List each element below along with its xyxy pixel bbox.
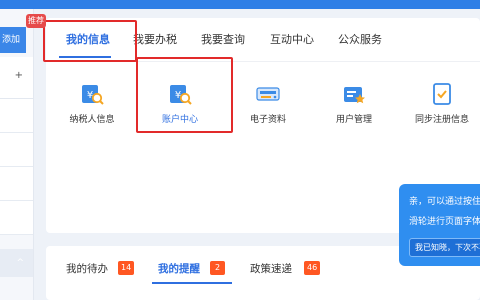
sidebar-item[interactable] bbox=[0, 133, 33, 167]
highlight-box-account-center bbox=[136, 57, 233, 133]
recommend-badge: 推荐 bbox=[26, 14, 46, 28]
sidebar-item[interactable] bbox=[0, 201, 33, 235]
sidebar-collapse-button[interactable]: ^ bbox=[0, 249, 33, 277]
sidebar-item[interactable] bbox=[0, 167, 33, 201]
sidebar-add-button[interactable]: 添加 bbox=[0, 27, 26, 53]
sidebar-item[interactable] bbox=[0, 99, 33, 133]
active-tab-indicator bbox=[152, 282, 232, 284]
tile-sync-registration[interactable]: 同步注册信息 bbox=[402, 68, 480, 138]
reminder-count-badge: 2 bbox=[210, 261, 225, 275]
tab-policy-express[interactable]: 政策速递 bbox=[250, 261, 292, 276]
tooltip-text-line-2: 滑轮进行页面字体 bbox=[409, 217, 480, 227]
tab-public-service[interactable]: 公众服务 bbox=[338, 31, 382, 47]
tab-my-todo[interactable]: 我的待办 bbox=[66, 261, 108, 276]
font-zoom-tooltip: 亲，可以通过按住 滑轮进行页面字体 我已知晓，下次不再提醒 bbox=[399, 184, 480, 266]
tile-label: 用户管理 bbox=[335, 115, 372, 125]
policy-count-badge: 46 bbox=[304, 261, 321, 275]
taxpayer-yen-search-icon: ¥ bbox=[80, 82, 104, 106]
tile-label: 同步注册信息 bbox=[414, 115, 469, 125]
scanner-icon bbox=[256, 82, 280, 106]
tab-query[interactable]: 我要查询 bbox=[201, 31, 245, 47]
tile-user-management[interactable]: 用户管理 bbox=[314, 68, 394, 138]
sidebar: 添加 + ^ bbox=[0, 9, 34, 300]
tab-tax-handling[interactable]: 我要办税 bbox=[133, 31, 177, 47]
tab-my-reminders[interactable]: 我的提醒 bbox=[158, 261, 200, 276]
tile-electronic-documents[interactable]: 电子资料 bbox=[228, 68, 308, 138]
document-check-icon bbox=[430, 82, 454, 106]
user-star-icon bbox=[342, 82, 366, 106]
tooltip-text-line-1: 亲，可以通过按住 bbox=[409, 197, 480, 207]
tile-label: 纳税人信息 bbox=[69, 115, 115, 125]
sidebar-expand-button[interactable]: + bbox=[0, 57, 33, 99]
tile-taxpayer-info[interactable]: ¥ 纳税人信息 bbox=[52, 68, 132, 138]
tab-interaction-center[interactable]: 互动中心 bbox=[270, 31, 314, 47]
dismiss-tooltip-button[interactable]: 我已知晓，下次不再提醒 bbox=[409, 238, 480, 257]
todo-count-badge: 14 bbox=[118, 261, 135, 275]
tile-label: 电子资料 bbox=[249, 115, 286, 125]
top-header-bar bbox=[0, 0, 480, 9]
highlight-box-my-info-tab bbox=[43, 20, 137, 62]
